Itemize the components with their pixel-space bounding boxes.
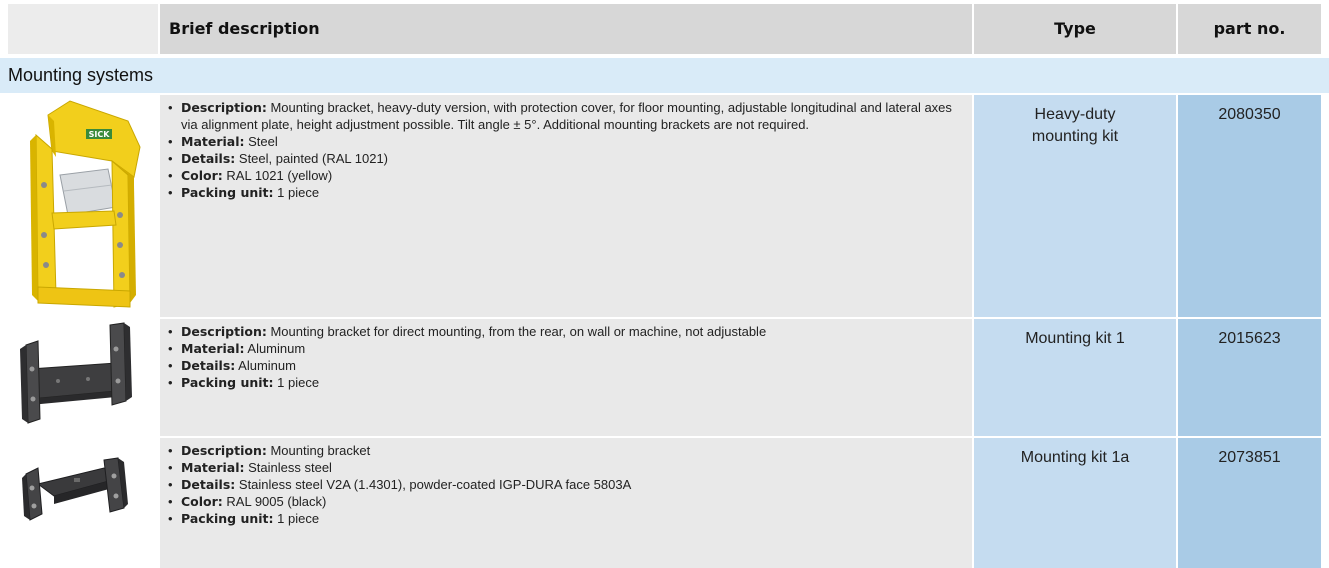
section-title: Mounting systems — [8, 65, 154, 85]
description-cell: • Description: Mounting bracket for direc… — [160, 319, 972, 436]
header-type-cell: Type — [974, 4, 1176, 54]
property-value: 1 piece — [273, 511, 320, 526]
property-key: Color: — [181, 168, 223, 183]
property-value: Stainless steel — [244, 460, 332, 475]
property-list: • Description: Mounting bracket • Material… — [168, 442, 966, 527]
type-cell: Heavy-duty mounting kit — [974, 95, 1176, 317]
property-value: 1 piece — [273, 185, 320, 200]
list-item: • Details: Aluminum — [168, 358, 296, 373]
aluminum-wall-bracket-image — [20, 322, 132, 424]
property-value: 1 piece — [273, 375, 320, 390]
property-key: Color: — [181, 494, 223, 509]
product-image-cell: SICK — [8, 95, 158, 317]
property-key: Description: — [181, 324, 267, 339]
table-row: SICK • Description: Mounting bracket, he… — [0, 95, 1329, 317]
list-item: • Color: RAL 9005 (black) — [168, 494, 327, 509]
header-type-label: Type — [1054, 19, 1096, 38]
table-row: • Description: Mounting bracket for direc… — [0, 319, 1329, 436]
property-value: Stainless steel V2A (1.4301), powder-coa… — [235, 477, 632, 492]
header-image-cell — [8, 4, 158, 54]
property-key: Details: — [181, 477, 236, 492]
property-key: Description: — [181, 443, 267, 458]
section-row: Mounting systems — [0, 58, 1329, 93]
property-value: Mounting bracket, heavy-duty version, wi… — [181, 100, 952, 132]
list-item: • Material: Stainless steel — [168, 460, 332, 475]
heavy-duty-yellow-bracket-image: SICK — [30, 100, 141, 308]
type-label-line1: Mounting kit 1 — [1025, 330, 1125, 347]
property-list: • Description: Mounting bracket for direc… — [168, 323, 966, 391]
property-list: • Description: Mounting bracket, heavy-du… — [168, 99, 966, 201]
description-cell: • Description: Mounting bracket, heavy-du… — [160, 95, 972, 317]
product-image-cell — [8, 438, 158, 568]
type-cell: Mounting kit 1 — [974, 319, 1176, 436]
property-value: Mounting bracket — [266, 443, 371, 458]
property-value: Mounting bracket for direct mounting, fr… — [266, 324, 767, 339]
list-item: • Description: Mounting bracket for direc… — [168, 324, 767, 339]
property-key: Details: — [181, 358, 236, 373]
part-number: 2080350 — [1218, 106, 1281, 123]
property-value: Aluminum — [235, 358, 296, 373]
part-number: 2015623 — [1218, 330, 1281, 347]
part-no-cell: 2015623 — [1178, 319, 1321, 436]
property-key: Material: — [181, 134, 245, 149]
header-description-cell: Brief description — [160, 4, 972, 54]
list-item: • Description: Mounting bracket, heavy-du… — [168, 100, 952, 132]
list-item: • Material: Steel — [168, 134, 278, 149]
property-key: Packing unit: — [181, 375, 274, 390]
property-value: Steel, painted (RAL 1021) — [235, 151, 389, 166]
part-no-cell: 2073851 — [1178, 438, 1321, 568]
property-key: Details: — [181, 151, 236, 166]
header-part-no-cell: part no. — [1178, 4, 1321, 54]
type-cell: Mounting kit 1a — [974, 438, 1176, 568]
list-item: • Details: Stainless steel V2A (1.4301), … — [168, 477, 632, 492]
list-item: • Material: Aluminum — [168, 341, 306, 356]
property-value: Aluminum — [244, 341, 306, 356]
list-item: • Description: Mounting bracket — [168, 443, 371, 458]
type-label-line1: Heavy-duty — [1034, 106, 1116, 123]
type-label-line1: Mounting kit 1a — [1020, 449, 1130, 466]
list-item: • Packing unit: 1 piece — [168, 375, 320, 390]
stainless-steel-bracket-image — [22, 457, 128, 521]
property-value: RAL 1021 (yellow) — [222, 168, 333, 183]
product-image-cell — [8, 319, 158, 436]
property-key: Material: — [181, 460, 245, 475]
list-item: • Color: RAL 1021 (yellow) — [168, 168, 333, 183]
header-part-no-label: part no. — [1213, 19, 1286, 38]
table-row: • Description: Mounting bracket • Material… — [0, 438, 1329, 568]
part-number: 2073851 — [1218, 449, 1281, 466]
table-header: Brief description Type part no. — [0, 4, 1329, 54]
property-key: Description: — [181, 100, 267, 115]
property-value: RAL 9005 (black) — [222, 494, 327, 509]
property-key: Packing unit: — [181, 185, 274, 200]
property-key: Material: — [181, 341, 245, 356]
list-item: • Packing unit: 1 piece — [168, 185, 320, 200]
list-item: • Packing unit: 1 piece — [168, 511, 320, 526]
list-item: • Details: Steel, painted (RAL 1021) — [168, 151, 389, 166]
property-value: Steel — [244, 134, 278, 149]
description-cell: • Description: Mounting bracket • Material… — [160, 438, 972, 568]
logo-text: SICK — [89, 130, 111, 139]
header-description-label: Brief description — [169, 19, 320, 38]
part-no-cell: 2080350 — [1178, 95, 1321, 317]
property-key: Packing unit: — [181, 511, 274, 526]
type-label-line2: mounting kit — [1031, 128, 1119, 145]
